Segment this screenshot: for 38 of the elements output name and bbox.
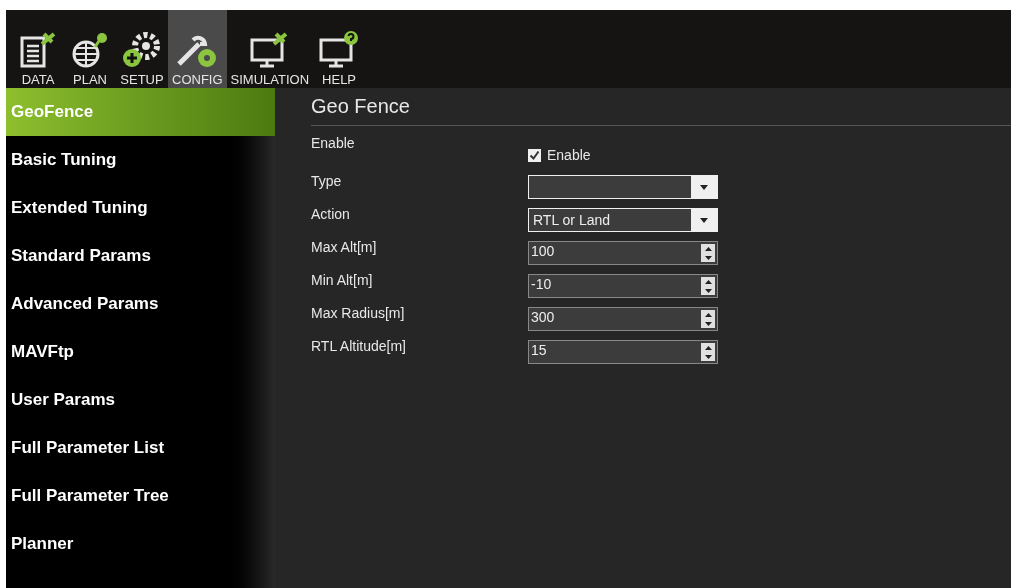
enable-checkbox[interactable]: Enable <box>528 145 1011 166</box>
toolbar-tab[interactable]: CONFIG <box>168 10 227 88</box>
panel-title: Geo Fence <box>311 88 1011 126</box>
field-label: Action <box>311 205 351 224</box>
toolbar-tab[interactable]: HELP <box>313 10 366 88</box>
field-label: RTL Altitude[m] <box>311 337 407 356</box>
toolbar-tab[interactable]: PLAN <box>64 10 116 88</box>
number-spinner[interactable]: 300 <box>528 307 718 331</box>
field-label: Max Radius[m] <box>311 304 406 323</box>
spin-arrows-icon[interactable] <box>701 343 715 361</box>
toolbar-tab[interactable]: SIMULATION <box>226 10 314 88</box>
dropdown-arrow-icon <box>700 184 708 190</box>
number-spinner[interactable]: -10 <box>528 274 718 298</box>
field-label: Type <box>311 172 343 191</box>
sidebar-item[interactable]: Advanced Params <box>6 280 275 328</box>
checkmark-icon <box>529 150 540 161</box>
sidebar-item[interactable]: Full Parameter Tree <box>6 472 275 520</box>
checkbox[interactable] <box>528 149 541 162</box>
sidebar-item[interactable]: Extended Tuning <box>6 184 275 232</box>
spin-arrows-icon[interactable] <box>701 277 715 295</box>
sidebar-item[interactable]: MAVFtp <box>6 328 275 376</box>
field-label: Max Alt[m] <box>311 238 378 257</box>
field-label: Min Alt[m] <box>311 271 374 290</box>
number-spinner[interactable]: 100 <box>528 241 718 265</box>
dropdown-field[interactable] <box>528 175 718 199</box>
field-label: Enable <box>311 134 356 153</box>
spin-arrows-icon[interactable] <box>701 310 715 328</box>
toolbar-tab[interactable]: SETUP <box>116 10 168 88</box>
toolbar-tab[interactable]: DATA <box>12 10 64 88</box>
dropdown-field[interactable]: RTL or Land <box>528 208 718 232</box>
sidebar-item[interactable]: User Params <box>6 376 275 424</box>
sidebar-item[interactable]: Basic Tuning <box>6 136 275 184</box>
dropdown-arrow-icon <box>700 217 708 223</box>
sidebar-item[interactable]: Full Parameter List <box>6 424 275 472</box>
number-spinner[interactable]: 15 <box>528 340 718 364</box>
sidebar-item[interactable]: Standard Params <box>6 232 275 280</box>
sidebar-item[interactable]: Planner <box>6 520 275 568</box>
spin-arrows-icon[interactable] <box>701 244 715 262</box>
